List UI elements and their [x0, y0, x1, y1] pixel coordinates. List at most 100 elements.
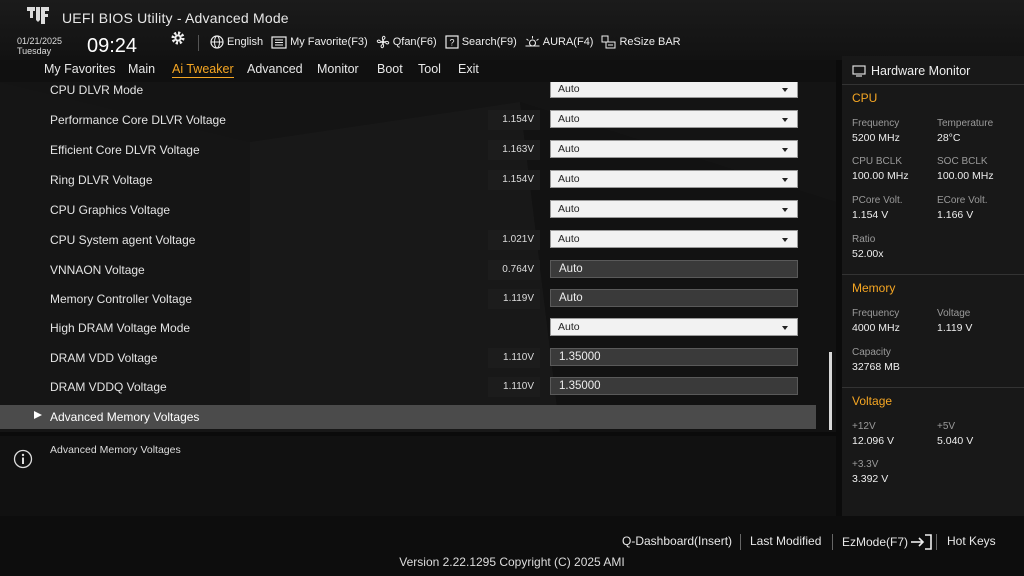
tab-monitor[interactable]: Monitor — [317, 62, 359, 76]
memory-capacity-value: 32768 MB — [852, 361, 900, 373]
efficient-core-dlvr-dropdown[interactable]: Auto — [550, 140, 798, 158]
svg-text:?: ? — [449, 38, 454, 48]
setting-row-cpu-graphics[interactable]: CPU Graphics Voltage Auto — [0, 196, 816, 224]
last-modified-button[interactable]: Last Modified — [750, 534, 821, 548]
search-button[interactable]: ? Search(F9) — [445, 35, 517, 49]
aura-icon — [525, 36, 540, 47]
hardware-monitor-panel: Hardware Monitor CPU Frequency 5200 MHz … — [842, 56, 1024, 516]
dropdown-value: Auto — [558, 113, 580, 125]
hardware-monitor-title: Hardware Monitor — [852, 64, 970, 78]
help-panel: Advanced Memory Voltages — [0, 436, 836, 516]
cpu-graphics-dropdown[interactable]: Auto — [550, 200, 798, 218]
search-icon: ? — [445, 35, 459, 49]
high-dram-voltage-mode-dropdown[interactable]: Auto — [550, 318, 798, 336]
qfan-button[interactable]: Qfan(F6) — [376, 35, 437, 49]
tab-ai-tweaker[interactable]: Ai Tweaker — [172, 62, 234, 78]
dropdown-value: Auto — [558, 173, 580, 185]
setting-row-cpu-system-agent[interactable]: CPU System agent Voltage 1.021V Auto — [0, 226, 816, 254]
setting-label: Memory Controller Voltage — [50, 292, 193, 306]
setting-label: VNNAON Voltage — [50, 263, 145, 277]
ezmode-button[interactable]: EzMode(F7) — [842, 534, 932, 550]
tuf-logo-icon — [27, 7, 49, 24]
ezmode-label: EzMode(F7) — [842, 535, 909, 549]
q-dashboard-button[interactable]: Q-Dashboard(Insert) — [622, 534, 732, 548]
v33-value: 3.392 V — [852, 473, 889, 485]
resize-bar-button[interactable]: ReSize BAR — [601, 35, 681, 49]
cpu-temperature-label: Temperature — [937, 118, 994, 129]
setting-row-cpu-dlvr-mode[interactable]: CPU DLVR Mode Auto — [0, 82, 816, 104]
current-voltage: 1.110V — [488, 348, 540, 368]
setting-row-high-dram-voltage-mode[interactable]: High DRAM Voltage Mode Auto — [0, 314, 816, 342]
day-text: Tuesday — [17, 46, 52, 56]
current-voltage: 0.764V — [488, 260, 540, 280]
my-favorite-button[interactable]: My Favorite(F3) — [271, 35, 368, 49]
chevron-down-icon — [782, 326, 788, 330]
tab-tool[interactable]: Tool — [418, 62, 441, 76]
gear-icon[interactable] — [170, 30, 186, 46]
help-text: Advanced Memory Voltages — [50, 444, 181, 456]
setting-row-dram-vdd[interactable]: DRAM VDD Voltage 1.110V 1.35000 — [0, 344, 816, 372]
tab-main[interactable]: Main — [128, 62, 155, 76]
cpu-dlvr-mode-dropdown[interactable]: Auto — [550, 82, 798, 98]
fan-icon — [376, 35, 389, 49]
memory-frequency-value: 4000 MHz — [852, 322, 900, 334]
setting-row-ring-dlvr[interactable]: Ring DLVR Voltage 1.154V Auto — [0, 166, 816, 194]
aura-button[interactable]: AURA(F4) — [525, 35, 594, 49]
scrollbar-thumb[interactable] — [829, 352, 832, 430]
ratio-label: Ratio — [852, 234, 876, 245]
setting-row-dram-vddq[interactable]: DRAM VDDQ Voltage 1.110V 1.35000 — [0, 373, 816, 401]
cpu-bclk-label: CPU BCLK — [852, 156, 903, 167]
dropdown-value: Auto — [558, 321, 580, 333]
language-button[interactable]: English — [210, 35, 263, 49]
memory-controller-input[interactable]: Auto — [550, 289, 798, 307]
soc-bclk-value: 100.00 MHz — [937, 170, 994, 182]
info-icon — [13, 449, 33, 469]
memory-frequency-label: Frequency — [852, 308, 900, 319]
exit-mode-icon — [911, 534, 932, 550]
tab-advanced[interactable]: Advanced — [247, 62, 303, 76]
setting-label: CPU System agent Voltage — [50, 233, 196, 247]
memory-capacity-label: Capacity — [852, 347, 891, 358]
dram-vdd-input[interactable]: 1.35000 — [550, 348, 798, 366]
v12-value: 12.096 V — [852, 435, 895, 447]
submenu-advanced-memory-voltages[interactable]: Advanced Memory Voltages — [0, 405, 816, 429]
dram-vddq-input[interactable]: 1.35000 — [550, 377, 798, 395]
ratio-value: 52.00x — [852, 248, 884, 260]
setting-row-memory-controller[interactable]: Memory Controller Voltage 1.119V Auto — [0, 285, 816, 313]
soc-bclk-label: SOC BCLK — [937, 156, 988, 167]
memory-voltage-value: 1.119 V — [937, 322, 973, 334]
tab-boot[interactable]: Boot — [377, 62, 403, 76]
ecore-volt-label: ECore Volt. — [937, 195, 988, 206]
hot-keys-button[interactable]: Hot Keys — [947, 534, 996, 548]
resize-bar-icon — [601, 35, 616, 49]
date-display: 01/21/2025 Tuesday — [17, 36, 62, 56]
vnnaon-input[interactable]: Auto — [550, 260, 798, 278]
footer-bar: Q-Dashboard(Insert) Last Modified EzMode… — [0, 516, 1024, 576]
chevron-down-icon — [782, 148, 788, 152]
setting-label: DRAM VDDQ Voltage — [50, 380, 167, 394]
tab-exit[interactable]: Exit — [458, 62, 479, 76]
current-voltage: 1.163V — [488, 140, 540, 160]
v33-label: +3.3V — [852, 459, 879, 470]
setting-row-efficient-core-dlvr[interactable]: Efficient Core DLVR Voltage 1.163V Auto — [0, 136, 816, 164]
cpu-system-agent-dropdown[interactable]: Auto — [550, 230, 798, 248]
version-text: Version 2.22.1295 Copyright (C) 2025 AMI — [399, 555, 625, 569]
setting-row-vnnaon[interactable]: VNNAON Voltage 0.764V Auto — [0, 256, 816, 284]
performance-core-dlvr-dropdown[interactable]: Auto — [550, 110, 798, 128]
setting-row-performance-core-dlvr[interactable]: Performance Core DLVR Voltage 1.154V Aut… — [0, 106, 816, 134]
setting-label: DRAM VDD Voltage — [50, 351, 158, 365]
footer-divider — [832, 534, 833, 550]
chevron-down-icon — [782, 208, 788, 212]
toolbar: English My Favorite(F3) Qfan(F6) ? Searc… — [210, 34, 689, 50]
ecore-volt-value: 1.166 V — [937, 209, 974, 221]
ring-dlvr-dropdown[interactable]: Auto — [550, 170, 798, 188]
aura-label: AURA(F4) — [542, 36, 594, 48]
main-menu: My Favorites Main Ai Tweaker Advanced Mo… — [0, 60, 836, 82]
tab-my-favorites[interactable]: My Favorites — [44, 62, 116, 76]
setting-label: Performance Core DLVR Voltage — [50, 113, 226, 127]
favorite-icon — [271, 35, 287, 49]
voltage-section-title: Voltage — [852, 394, 893, 408]
setting-label: Ring DLVR Voltage — [50, 173, 153, 187]
chevron-down-icon — [782, 238, 788, 242]
cpu-frequency-value: 5200 MHz — [852, 132, 900, 144]
